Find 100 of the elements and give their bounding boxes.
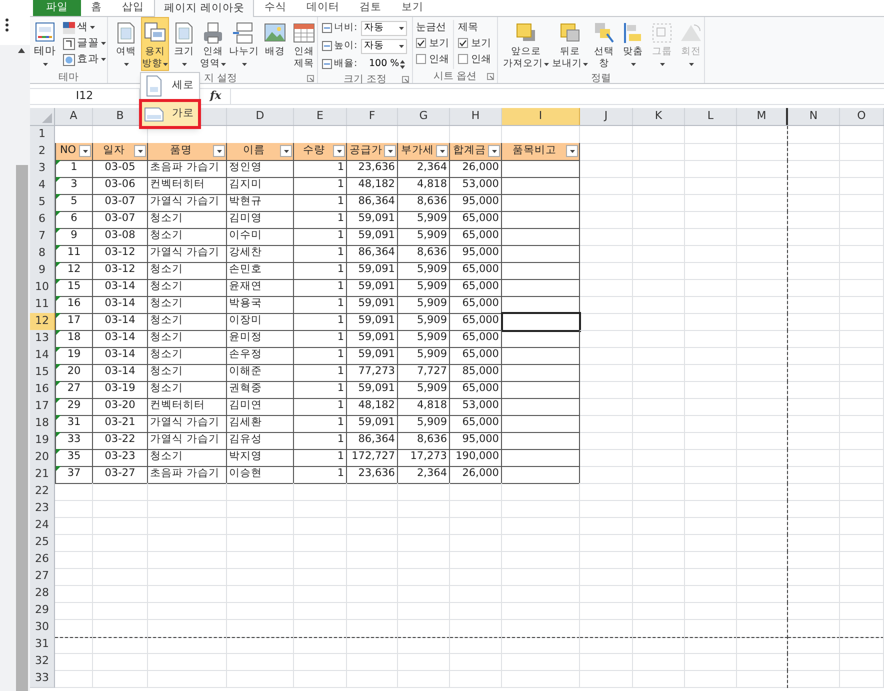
scrollbar-thumb[interactable] (16, 165, 28, 691)
row-header[interactable]: 2 (30, 143, 55, 160)
dialog-launcher-icon[interactable] (402, 76, 409, 83)
row-header[interactable]: 8 (30, 245, 55, 262)
ribbon-tab[interactable]: 데이터 (296, 0, 350, 16)
empty-cell (398, 568, 450, 586)
filter-button[interactable] (213, 145, 225, 157)
checkbox-option[interactable]: 인쇄 (458, 52, 491, 66)
ribbon-button[interactable]: 인쇄 영역 (199, 17, 227, 71)
row-header[interactable]: 26 (30, 551, 55, 568)
ribbon-button[interactable]: 용지 방향 (141, 17, 169, 71)
function-label[interactable]: fx (210, 88, 230, 105)
row-header[interactable]: 4 (30, 177, 55, 194)
row-header[interactable]: 27 (30, 568, 55, 586)
scroll-up-icon[interactable] (18, 48, 25, 53)
row-header[interactable]: 22 (30, 483, 55, 500)
dropdown-field[interactable]: 자동 (361, 20, 407, 36)
ribbon-button[interactable]: 배경 (261, 17, 289, 71)
column-header[interactable]: I (502, 108, 580, 125)
checkbox-option[interactable]: 인쇄 (416, 52, 449, 66)
ribbon-tab[interactable]: 페이지 레이아웃 (154, 0, 254, 17)
column-header[interactable]: A (55, 108, 93, 125)
filter-button[interactable] (384, 145, 396, 157)
filter-button[interactable] (436, 145, 448, 157)
row-header[interactable]: 28 (30, 585, 55, 602)
theme-option[interactable]: 색 (63, 20, 106, 35)
spinner-field[interactable]: 100 % (361, 56, 407, 72)
ribbon-button[interactable]: 여백 (112, 17, 140, 71)
row-header[interactable]: 6 (30, 211, 55, 228)
row-header[interactable]: 31 (30, 636, 55, 654)
row-header[interactable]: 13 (30, 330, 55, 348)
ribbon-button[interactable]: 크기 (170, 17, 198, 71)
ribbon-tab[interactable]: 삽입 (112, 0, 154, 16)
row-header[interactable]: 19 (30, 432, 55, 450)
row-header[interactable]: 33 (30, 670, 55, 688)
column-header[interactable]: J (580, 108, 633, 125)
spin-arrows-icon[interactable] (400, 60, 405, 68)
column-header[interactable]: K (633, 108, 685, 125)
checkbox[interactable] (416, 38, 426, 48)
column-header[interactable]: F (347, 108, 398, 125)
ribbon-tab[interactable]: 수식 (254, 0, 296, 16)
checkbox[interactable] (416, 54, 426, 64)
ribbon-tab[interactable]: 보기 (391, 0, 434, 16)
row-header[interactable]: 24 (30, 517, 55, 534)
row-header[interactable]: 23 (30, 500, 55, 518)
empty-cell (685, 160, 737, 178)
ribbon-button[interactable]: 앞으로 가져오기 (502, 17, 550, 71)
column-header[interactable]: L (685, 108, 737, 125)
row-header[interactable]: 12 (30, 313, 55, 330)
ribbon-button[interactable]: 뒤로 보내기 (551, 17, 589, 71)
row-header[interactable]: 16 (30, 381, 55, 398)
filter-button[interactable] (566, 145, 578, 157)
row-header[interactable]: 29 (30, 602, 55, 620)
filter-button[interactable] (333, 145, 345, 157)
theme-option[interactable]: 글꼴 (63, 36, 106, 51)
menu-item[interactable]: 세로 (142, 74, 198, 98)
row-header[interactable]: 7 (30, 228, 55, 246)
row-header[interactable]: 5 (30, 194, 55, 212)
row-header[interactable]: 15 (30, 364, 55, 382)
row-header[interactable]: 3 (30, 160, 55, 178)
column-header[interactable]: E (294, 108, 347, 125)
row-header[interactable]: 17 (30, 398, 55, 416)
row-header[interactable]: 11 (30, 296, 55, 314)
ribbon-button[interactable]: 맞춤 (619, 17, 647, 71)
column-header[interactable]: M (737, 108, 788, 125)
theme-option[interactable]: 효과 (63, 52, 106, 67)
row-header[interactable]: 9 (30, 262, 55, 280)
dialog-launcher-icon[interactable] (307, 75, 314, 82)
checkbox[interactable] (458, 38, 468, 48)
row-header[interactable]: 14 (30, 347, 55, 364)
filter-button[interactable] (134, 145, 146, 157)
filter-button[interactable] (488, 145, 500, 157)
filter-button[interactable] (79, 145, 91, 157)
checkbox-option[interactable]: 보기 (416, 36, 449, 50)
ribbon-tab[interactable]: 검토 (349, 0, 392, 16)
row-header[interactable]: 10 (30, 279, 55, 296)
filter-button[interactable] (280, 145, 292, 157)
more-options-icon[interactable] (5, 18, 9, 32)
ribbon-button[interactable]: 인쇄 제목 (290, 17, 318, 71)
row-header[interactable]: 32 (30, 653, 55, 670)
checkbox-option[interactable]: 보기 (458, 36, 491, 50)
column-header[interactable]: N (788, 108, 840, 125)
active-cell[interactable] (502, 313, 580, 330)
ribbon-tab[interactable]: 홈 (81, 0, 112, 16)
dialog-launcher-icon[interactable] (487, 73, 494, 80)
ribbon-tab[interactable]: 파일 (33, 0, 81, 16)
column-header[interactable]: O (840, 108, 884, 125)
row-header[interactable]: 25 (30, 534, 55, 552)
row-header[interactable]: 20 (30, 449, 55, 466)
theme-button[interactable]: 테마 (32, 19, 58, 70)
column-header[interactable]: D (227, 108, 294, 125)
ribbon-button[interactable]: 선택 창 (590, 17, 618, 71)
menu-item[interactable]: 가로 (142, 102, 198, 126)
dropdown-field[interactable]: 자동 (361, 38, 407, 54)
ribbon-button[interactable]: 나누기 (228, 17, 260, 71)
column-header[interactable]: G (398, 108, 450, 125)
checkbox[interactable] (458, 54, 468, 64)
row-header[interactable]: 18 (30, 415, 55, 432)
row-header[interactable]: 21 (30, 466, 55, 484)
row-header[interactable]: 1 (30, 126, 55, 144)
